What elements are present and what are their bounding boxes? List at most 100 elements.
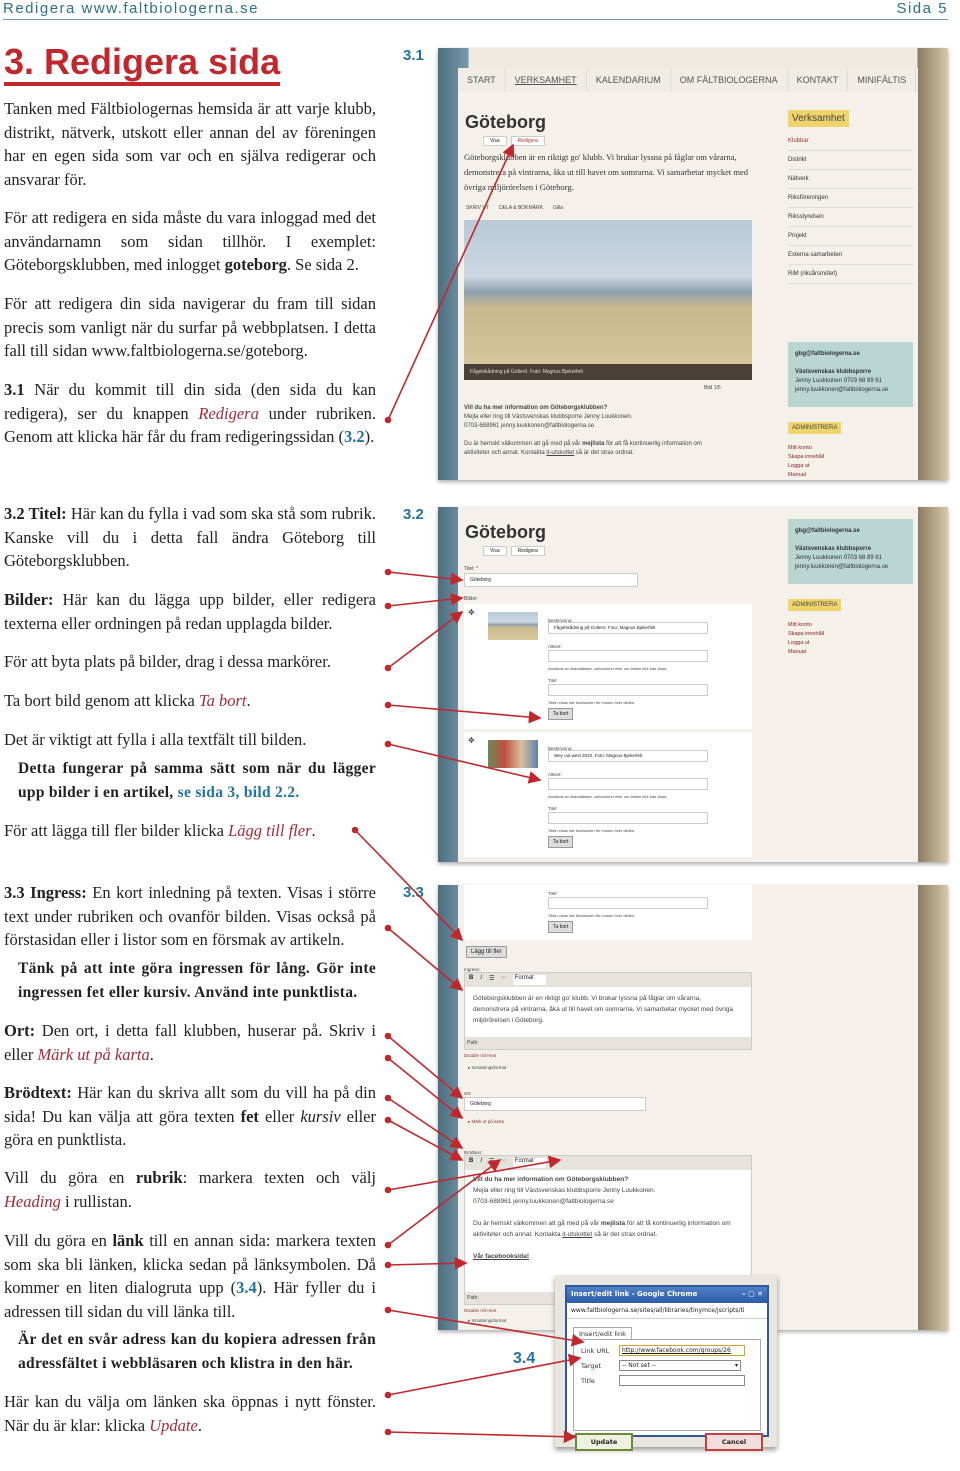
editor-toolbar: B I ☰ ∞ Format (465, 1156, 751, 1170)
arrow-origin-dot (384, 416, 392, 424)
admin-link[interactable]: Skapa innehåll (788, 630, 824, 639)
photo-caption: Fågelskådning på Golterö. Foto: Magnus B… (464, 364, 752, 380)
figure-label-3-1: 3.1 (403, 47, 424, 64)
sidebar-menu: Klubbar Distrikt Nätverk Riksföreningen Riks… (788, 132, 913, 284)
arrow-origin-dot (384, 1306, 392, 1314)
target-select[interactable]: -- Not set -- ▾ (619, 1360, 741, 1371)
screenshot-3-3: Titel: Titeln visas när besökaren för mu… (438, 885, 948, 1330)
drag-handle-icon[interactable]: ✥ (468, 608, 475, 617)
site-actions: SKRIV UT DELA & BOKMÄRK Gilla (466, 204, 563, 213)
input-format-toggle[interactable]: ▸ Inmatningsformat (468, 1316, 506, 1325)
para-login: För att redigera en sida måste du vara i… (4, 208, 376, 274)
format-select[interactable]: Format (512, 975, 546, 985)
remove-button[interactable]: Ta bort (548, 708, 574, 720)
admin-link[interactable]: Skapa innehåll (788, 453, 824, 462)
arrow-origin-dot (384, 924, 392, 932)
share-button[interactable]: DELA & BOKMÄRK (499, 204, 543, 213)
image-item-tail: Titel: Titeln visas när besökaren för mu… (464, 885, 752, 940)
italic-button[interactable]: I (480, 1158, 482, 1168)
para-remove: Ta bort bild genom att klicka Ta bort. (4, 691, 251, 710)
nav-om[interactable]: OM FÄLTBIOLOGERNA (671, 68, 788, 92)
title-input[interactable] (619, 1375, 745, 1386)
italic-button[interactable]: I (480, 975, 482, 985)
page-number: Sida 5 (896, 0, 948, 17)
arrow-origin-dot (384, 1032, 392, 1040)
arrow-origin-dot (384, 1428, 392, 1436)
like-button[interactable]: Gilla (553, 204, 563, 213)
remove-button[interactable]: Ta bort (548, 836, 574, 848)
img-title-input[interactable] (548, 897, 708, 909)
nav-minifaltis[interactable]: MINIFÄLTIS (848, 68, 917, 92)
desc-input[interactable]: Wey out west 2010. Foto: Magnus Bjekerfe… (548, 750, 708, 762)
admin-link[interactable]: Mitt konto (788, 621, 824, 630)
sidebar-item[interactable]: Nätverk (788, 170, 913, 189)
tab-redigera[interactable]: Redigera (510, 546, 545, 556)
sidebar-item[interactable]: Riksstyrelsen (788, 208, 913, 227)
contact-box: gbg@faltbiologerna.se Västsvenskas klubbs… (788, 519, 913, 584)
sidebar-item[interactable]: Projekt (788, 227, 913, 246)
para-3-2-titel: 3.2 Titel: Här kan du fylla i vad som sk… (4, 504, 377, 570)
img-title-input[interactable] (548, 812, 708, 824)
title-input[interactable]: Göteborg (464, 573, 638, 587)
link-url-input[interactable]: http://www.facebook.com/groups/26 (619, 1345, 745, 1356)
site-intro: Göteborgsklubben är en riktigt go' klubb… (464, 152, 748, 192)
ingress-text: Göteborgsklubben är en riktigt go' klubb… (473, 995, 733, 1024)
admin-link[interactable]: Manual (788, 471, 824, 480)
drag-handle-icon[interactable]: ✥ (468, 736, 475, 745)
para-intro: Tanken med Fältbiologernas hemsida är at… (4, 99, 376, 189)
print-button[interactable]: SKRIV UT (466, 204, 489, 213)
image-item-2: ✥ Beskrivning: Wey out west 2010. Foto: … (464, 732, 752, 857)
ort-input[interactable]: Göteborg (464, 1097, 646, 1111)
disable-rich-text-link[interactable]: Disable rich-text (464, 1306, 496, 1315)
image-thumbnail (488, 612, 538, 640)
cancel-button[interactable]: Cancel (705, 1433, 763, 1451)
sidebar-item[interactable]: Klubbar (788, 132, 913, 151)
disable-rich-text-link[interactable]: Disable rich-text (464, 1051, 496, 1060)
sidebar-item[interactable]: RiM (riksårsmötet) (788, 265, 913, 284)
remove-button[interactable]: Ta bort (548, 921, 574, 933)
nav-kalendarium[interactable]: KALENDARIUM (587, 68, 671, 92)
arrow-origin-dot (384, 1186, 392, 1194)
update-button[interactable]: Update (575, 1433, 633, 1451)
map-toggle[interactable]: ▸ Märk ut på karta (468, 1117, 504, 1126)
bold-button[interactable]: B (469, 1158, 473, 1168)
sidebar-item[interactable]: Riksföreningen (788, 189, 913, 208)
admin-link[interactable]: Mitt konto (788, 444, 824, 453)
nav-kontakt[interactable]: KONTAKT (788, 68, 849, 92)
para-update: Här kan du välja om länken ska öppnas i … (4, 1392, 376, 1435)
insert-link-dialog: Insert/edit link - Google Chrome – ▢ ✕ ww… (555, 1275, 777, 1451)
note-copy-address: Är det en svår adress kan du kopiera adr… (18, 1331, 376, 1372)
img-title-input[interactable] (548, 684, 708, 696)
annotation-arrow (387, 1430, 577, 1444)
sidebar-item[interactable]: Externa samarbeten (788, 246, 913, 265)
sidebar-item[interactable]: Distrikt (788, 151, 913, 170)
add-more-button[interactable]: Lägg till fler (466, 946, 507, 958)
admin-link[interactable]: Logga ut (788, 462, 824, 471)
desc-input[interactable]: Fågelskådning på Golterö. Foto: Magnus B… (548, 622, 708, 634)
para-fill: Det är viktigt att fylla i alla textfält… (4, 730, 307, 749)
bold-button[interactable]: B (469, 975, 473, 985)
link-url-label: Link URL (581, 1347, 610, 1355)
note-ingress: Tänk på att inte göra ingressen för lång… (18, 960, 376, 1001)
alt-input[interactable] (548, 650, 708, 662)
format-select[interactable]: Format (512, 1158, 546, 1168)
ingress-editor[interactable]: B I ☰ ∞ Format Göteborgsklubben är en riktig… (464, 972, 752, 1050)
alt-input[interactable] (548, 778, 708, 790)
nav-verksamhet[interactable]: VERKSAMHET (506, 68, 587, 92)
site-photo: Fågelskådning på Golterö. Foto: Magnus B… (464, 220, 752, 380)
window-controls-icon[interactable]: – ▢ ✕ (742, 1290, 763, 1300)
link-icon[interactable]: ∞ (501, 975, 505, 985)
admin-link[interactable]: Manual (788, 648, 824, 657)
tab-redigera[interactable]: Redigera (510, 136, 545, 146)
images-label: Bilder: (464, 596, 479, 602)
tab-visa[interactable]: Visa (483, 136, 507, 146)
admin-link[interactable]: Logga ut (788, 639, 824, 648)
link-icon[interactable]: ∞ (501, 1158, 505, 1168)
tab-visa[interactable]: Visa (483, 546, 507, 556)
bullet-list-icon[interactable]: ☰ (489, 1158, 494, 1168)
nav-start[interactable]: START (458, 68, 506, 92)
input-format-toggle[interactable]: ▸ Inmatningsformat (468, 1063, 506, 1072)
img-title-help: Titeln visas när besökaren för musen öve… (548, 828, 636, 833)
arrow-origin-dot (384, 602, 392, 610)
bullet-list-icon[interactable]: ☰ (489, 975, 494, 985)
